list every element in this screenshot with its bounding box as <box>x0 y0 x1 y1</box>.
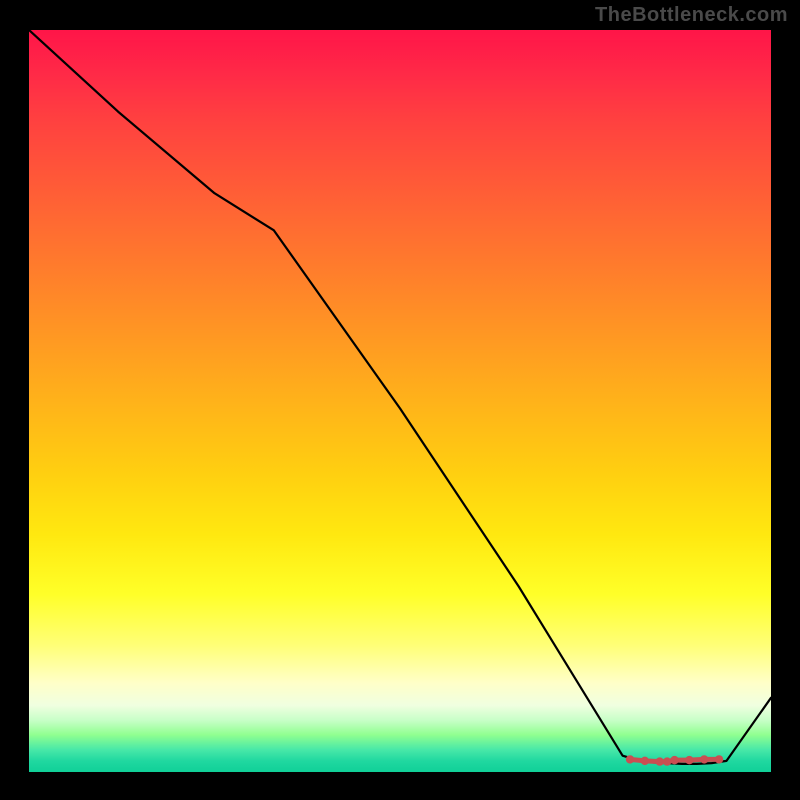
data-marker <box>670 756 678 764</box>
data-marker <box>700 755 708 763</box>
plot-area <box>29 30 771 772</box>
chart-svg <box>29 30 771 772</box>
data-marker <box>656 757 664 765</box>
data-marker <box>663 757 671 765</box>
data-curve <box>29 30 771 764</box>
watermark-text: TheBottleneck.com <box>595 4 788 27</box>
data-marker <box>626 755 634 763</box>
chart-container: TheBottleneck.com <box>0 0 800 800</box>
data-marker <box>641 757 649 765</box>
data-marker <box>685 756 693 764</box>
data-marker <box>715 755 723 763</box>
